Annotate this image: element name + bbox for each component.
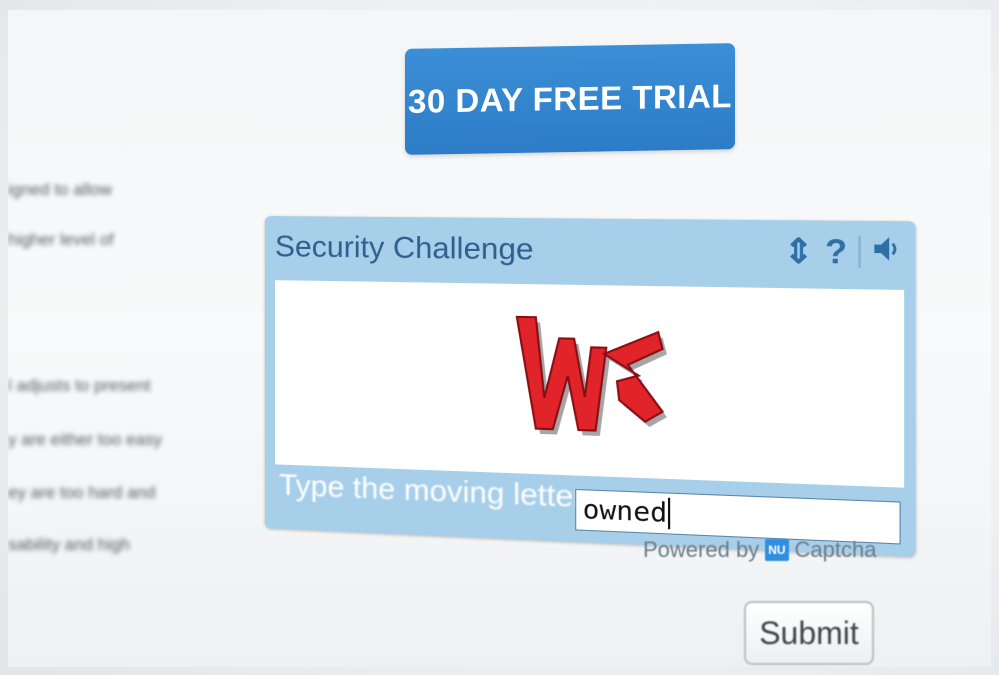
body-text-line: higher level of	[8, 230, 114, 249]
free-trial-button[interactable]: 30 DAY FREE TRIAL	[405, 43, 735, 155]
refresh-icon[interactable]: ⇕	[784, 231, 814, 272]
submit-button[interactable]: Submit	[744, 601, 874, 665]
captcha-letters	[275, 280, 667, 437]
powered-by-brand: Captcha	[794, 537, 877, 562]
body-text-line: y are either too easy	[8, 430, 163, 449]
page-viewport: igned to allow higher level of l adjusts…	[8, 10, 991, 667]
body-text-line: igned to allow	[8, 180, 112, 199]
body-text-line: ey are too hard and	[8, 483, 156, 502]
powered-by: Powered by NU Captcha	[643, 537, 876, 563]
text-caret	[667, 497, 671, 530]
captcha-prompt: Type the moving letters:	[278, 468, 609, 516]
security-challenge-widget: Security Challenge ⇕ ? Type the moving l…	[265, 216, 916, 557]
captcha-image	[274, 280, 905, 488]
nucaptcha-logo-icon: NU	[765, 539, 789, 561]
captcha-title: Security Challenge	[274, 230, 534, 267]
help-icon[interactable]: ?	[825, 232, 847, 272]
toolbar-divider	[858, 235, 861, 268]
powered-by-label: Powered by	[643, 537, 760, 562]
body-text-line: sability and high	[8, 535, 130, 554]
captcha-toolbar: ⇕ ?	[784, 231, 902, 273]
body-text-line: l adjusts to present	[8, 376, 151, 395]
audio-icon[interactable]	[872, 232, 902, 272]
